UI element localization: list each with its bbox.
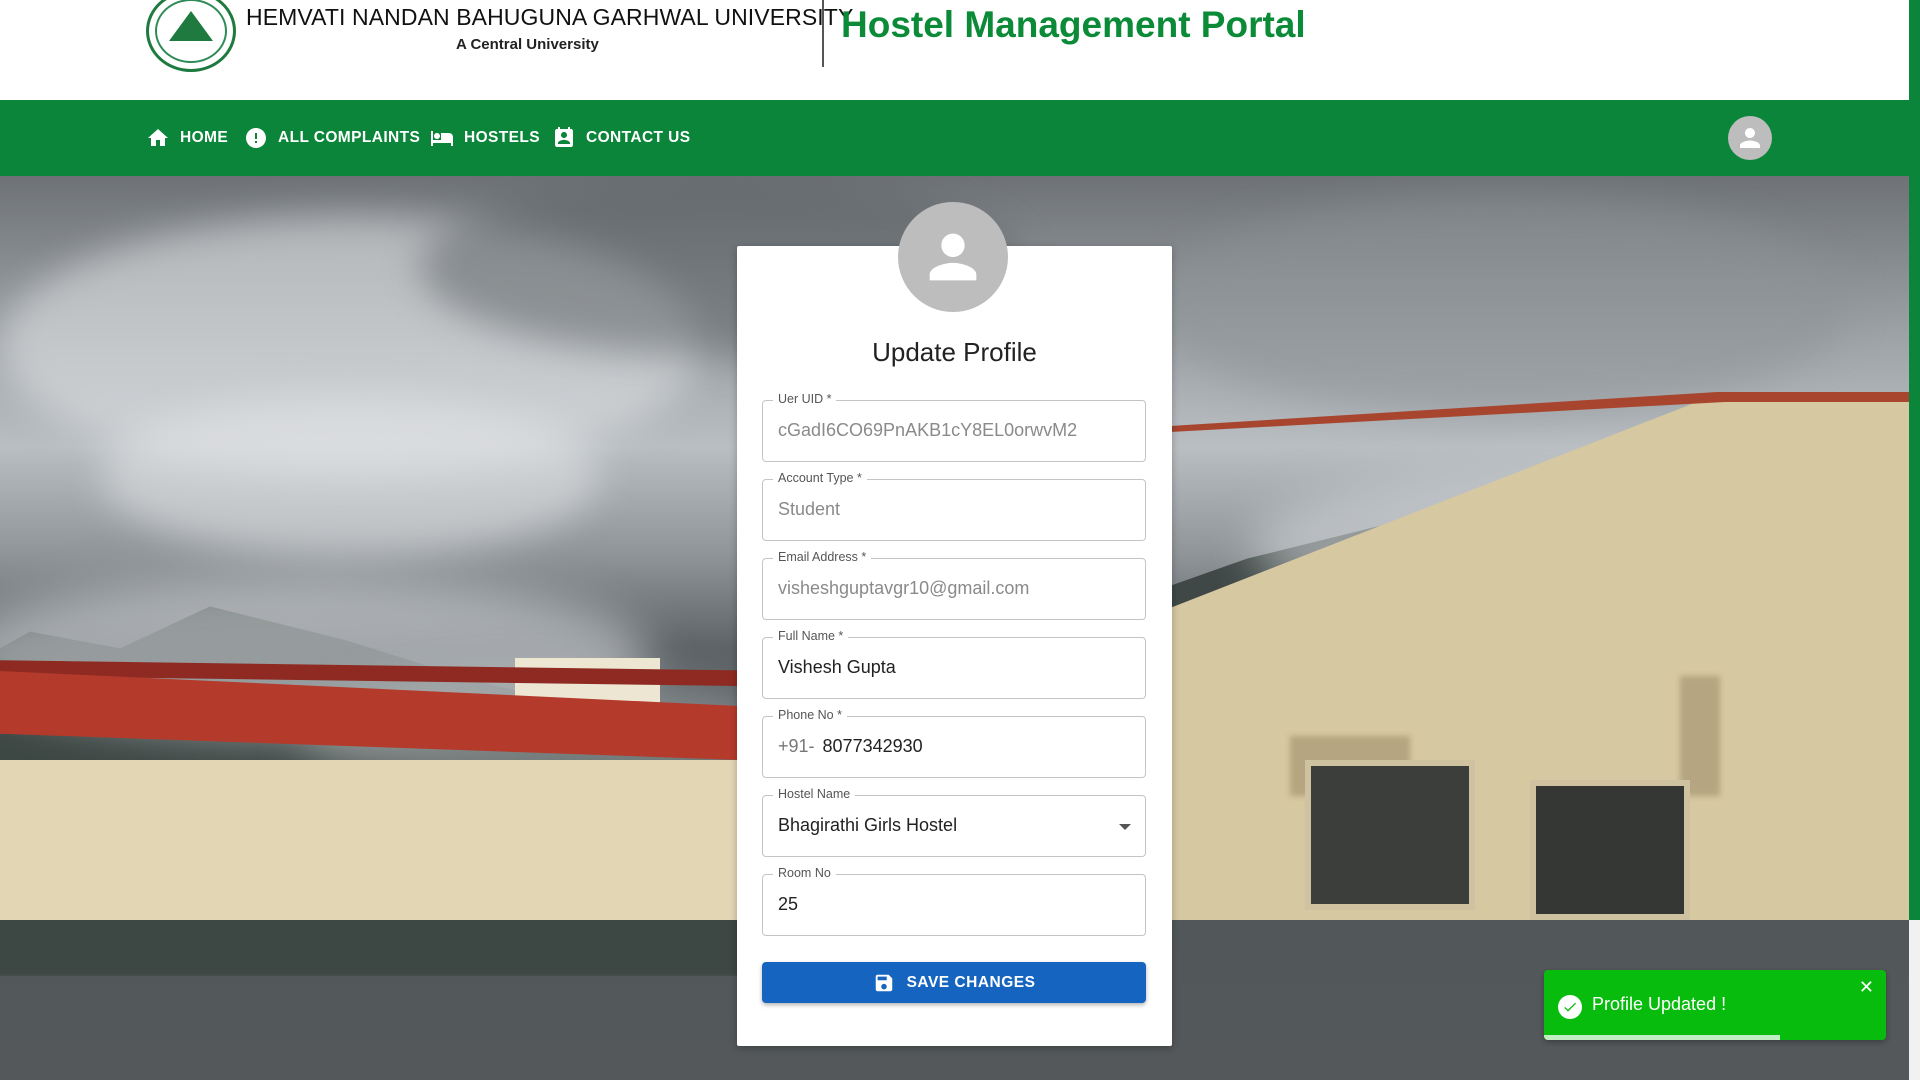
- full-name-field[interactable]: Full Name * Vishesh Gupta: [762, 629, 1146, 699]
- home-icon: [148, 129, 168, 146]
- save-changes-label: SAVE CHANGES: [906, 973, 1036, 991]
- account-type-label: Account Type *: [773, 471, 867, 485]
- nav-hostels[interactable]: HOSTELS: [430, 100, 540, 176]
- header-divider: [822, 0, 824, 67]
- hostel-value[interactable]: Bhagirathi Girls Hostel: [778, 815, 957, 836]
- room-field[interactable]: Room No 25: [762, 866, 1146, 936]
- alert-circle-icon: [246, 128, 266, 148]
- phone-field[interactable]: Phone No * +91- 8077342930: [762, 708, 1146, 778]
- email-value: visheshguptavgr10@gmail.com: [778, 578, 1030, 598]
- nav-all-complaints-label: ALL COMPLAINTS: [278, 129, 421, 146]
- scrollbar-thumb[interactable]: [1909, 0, 1920, 920]
- hostel-select[interactable]: Hostel Name Bhagirathi Girls Hostel: [762, 787, 1146, 857]
- nav-contact-us-label: CONTACT US: [586, 129, 691, 146]
- email-field: Email Address * visheshguptavgr10@gmail.…: [762, 550, 1146, 620]
- phone-prefix: +91-: [778, 736, 815, 756]
- chevron-down-icon[interactable]: [1119, 824, 1131, 830]
- save-icon: [875, 974, 892, 991]
- university-logo: [146, 0, 236, 72]
- person-icon: [929, 233, 977, 281]
- uid-value: cGadI6CO69PnAKB1cY8EL0orwvM2: [778, 420, 1078, 440]
- hostel-label: Hostel Name: [773, 787, 856, 801]
- full-name-value[interactable]: Vishesh Gupta: [778, 657, 896, 678]
- university-name: HEMVATI NANDAN BAHUGUNA GARHWAL UNIVERSI…: [246, 4, 854, 30]
- contact-card-icon: [555, 127, 573, 147]
- account-circle-icon: [1740, 128, 1760, 148]
- portal-title: Hostel Management Portal: [841, 4, 1306, 45]
- phone-value[interactable]: 8077342930: [823, 736, 923, 756]
- main-navbar: HOME ALL COMPLAINTS HOSTELS CONTACT US: [0, 100, 1909, 176]
- nav-hostels-label: HOSTELS: [464, 129, 541, 146]
- save-changes-button[interactable]: SAVE CHANGES: [762, 962, 1146, 1003]
- uid-label: Uer UID *: [773, 392, 837, 406]
- full-name-label: Full Name *: [773, 629, 849, 643]
- bed-icon: [431, 131, 453, 146]
- nav-home-label: HOME: [180, 129, 229, 146]
- nav-contact-us[interactable]: CONTACT US: [552, 100, 690, 176]
- account-type-value: Student: [778, 499, 841, 519]
- site-header: HEMVATI NANDAN BAHUGUNA GARHWAL UNIVERSI…: [0, 0, 1909, 100]
- nav-home[interactable]: HOME: [146, 100, 228, 176]
- check-circle-icon: [1558, 995, 1582, 1019]
- room-value[interactable]: 25: [778, 894, 798, 915]
- university-subtitle: A Central University: [456, 36, 599, 53]
- account-type-field: Account Type * Student: [762, 471, 1146, 541]
- success-toast: Profile Updated ! ✕: [1544, 970, 1886, 1040]
- phone-label: Phone No *: [773, 708, 847, 722]
- nav-all-complaints[interactable]: ALL COMPLAINTS: [244, 100, 420, 176]
- form-title: Update Profile: [872, 337, 1037, 367]
- uid-field: Uer UID * cGadI6CO69PnAKB1cY8EL0orwvM2: [762, 392, 1146, 462]
- toast-progress-bar: [1544, 1035, 1780, 1040]
- profile-menu-button[interactable]: [1728, 116, 1772, 160]
- phone-value-wrap: +91- 8077342930: [778, 736, 923, 757]
- room-label: Room No: [773, 866, 836, 880]
- profile-avatar: [898, 202, 1008, 312]
- toast-message: Profile Updated !: [1592, 994, 1727, 1014]
- close-icon[interactable]: ✕: [1859, 978, 1874, 996]
- email-label: Email Address *: [773, 550, 872, 564]
